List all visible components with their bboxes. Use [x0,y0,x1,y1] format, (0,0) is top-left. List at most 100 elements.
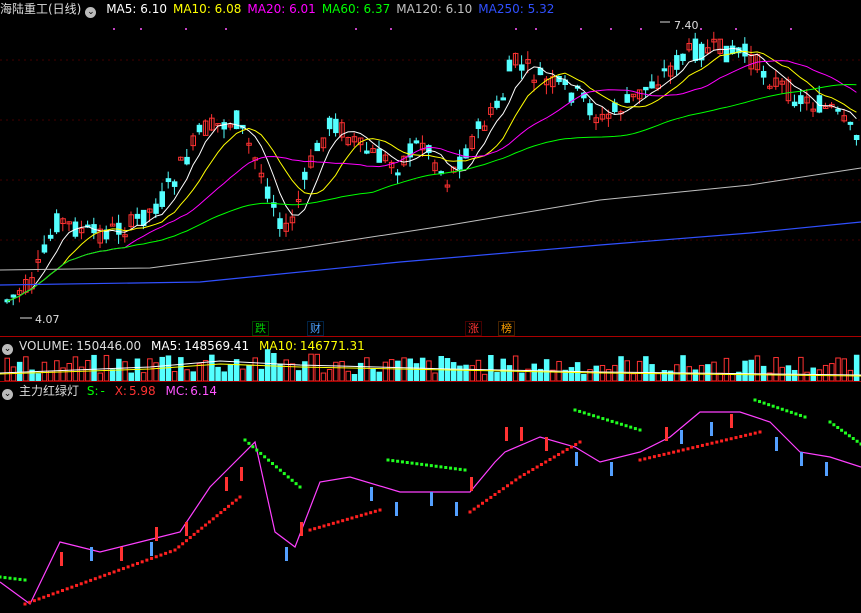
volume-bar [190,371,196,381]
x-dot [648,456,652,460]
event-tag-zhang[interactable]: 涨 [465,321,482,336]
candle-body [302,171,308,180]
event-tag-cai[interactable]: 财 [307,321,324,336]
s-dot [798,413,802,417]
candle-body [165,178,172,183]
x-dot [75,583,79,587]
s-dot [274,465,278,469]
signal-bar [710,422,713,436]
x-dot [230,501,234,505]
s-dot [851,437,855,440]
volume-panel[interactable]: ⌄ VOLUME: 150446.00 MA5: 148569.41 MA10: 146… [0,337,861,381]
x-dot [136,562,139,565]
price-panel[interactable]: 海陆重工(日线) ⌄ MA5: 6.10 MA10: 6.08 MA20: 6.01 M… [0,0,861,336]
candle-body [159,191,165,207]
x-dot [28,600,32,604]
x-dot [667,451,671,455]
volume-bar [376,371,382,381]
volume-bar [283,359,289,381]
x-dot [207,520,211,524]
s-dot [247,441,251,445]
indicator-chart[interactable] [0,382,861,613]
marker-dot [610,28,612,30]
s-dot [753,398,757,402]
x-dot [691,446,695,450]
x-dot [327,523,331,527]
price-chart[interactable] [0,0,861,336]
volume-bar [835,357,841,381]
s-dot [282,472,286,476]
volume-bar [246,365,252,381]
volume-bar [171,371,178,381]
s-dot [458,467,462,471]
ma-line [6,60,857,302]
s-dot [780,407,784,411]
x-dot [485,498,489,502]
volume-bar [326,368,333,381]
volume-bar [469,365,475,381]
x-dot [219,511,223,515]
x-dot [341,519,345,523]
signal-bar [665,427,668,441]
x-dot [65,587,69,591]
volume-bar [339,360,345,381]
x-dot [710,441,714,445]
x-dot [227,504,231,508]
signal-bar [225,477,228,491]
x-dot [84,580,88,584]
x-dot [544,460,548,464]
candle-body [333,118,339,134]
x-dot [696,445,700,449]
volume-bar [388,359,395,381]
x-dot [535,465,539,469]
s-dot [855,439,859,443]
low-price-label: 4.07 [35,313,60,326]
x-dot [758,430,762,434]
signal-bar [800,452,803,466]
volume-bar [333,361,339,381]
candle-body [457,156,463,170]
x-dot [373,509,377,513]
volume-bar [531,363,537,381]
volume-bar [97,372,103,381]
x-dot [481,501,484,505]
s-dot [789,410,793,414]
volume-bar [370,368,376,381]
s-dot [629,425,633,429]
x-dot [188,536,192,540]
volume-bar [35,373,41,381]
event-tag-die[interactable]: 跌 [252,321,269,336]
signal-bar [545,437,548,451]
s-dot [794,412,798,416]
x-dot [720,439,724,443]
s-dot [847,434,851,438]
candle-body [760,71,767,78]
candle-body [140,209,147,227]
marker-dot [390,28,392,30]
s-dot [582,411,586,415]
x-dot [173,548,177,552]
mc-line [0,411,861,605]
x-dot [527,470,531,474]
candle-body [587,103,593,116]
candle-body [798,95,804,105]
s-dot [463,468,467,472]
candle-body [519,64,525,71]
candle-body [134,213,141,219]
s-dot [596,415,600,419]
marker-dot [355,28,357,30]
volume-chart[interactable] [0,337,861,381]
volume-bar [4,357,10,381]
event-tag-bang[interactable]: 榜 [498,321,515,336]
signal-bar [455,502,458,516]
volume-bar [140,372,147,381]
indicator-panel[interactable]: ⌄ 主力红绿灯 S: - X: 5.98 MC: 6.14 [0,382,861,613]
s-dot [286,475,290,479]
x-dot [476,504,480,508]
s-dot [638,428,642,432]
s-dot [578,409,582,413]
candle-body [494,100,500,108]
volume-bar [680,355,686,381]
s-dot [8,576,12,580]
x-dot [103,573,107,577]
